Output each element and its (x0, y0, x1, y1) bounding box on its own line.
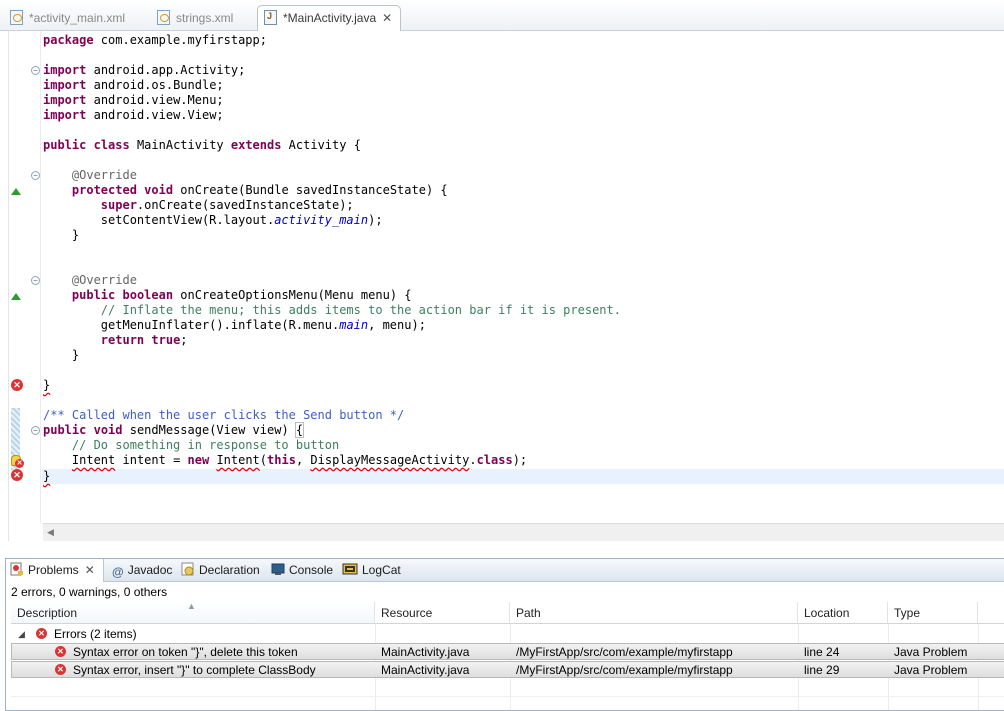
column-header-resource[interactable]: Resource (375, 602, 510, 624)
row-path: /MyFirstApp/src/com/example/myfirstapp (516, 663, 733, 677)
fold-collapse-icon[interactable]: − (31, 171, 40, 180)
problems-view: Problems ✕ @ Javadoc Declaration Console L… (5, 558, 1004, 711)
row-description: Syntax error on token "}", delete this t… (73, 645, 298, 659)
code-line: // Do something in response to button (71, 438, 340, 452)
code-line: @Override (71, 168, 137, 182)
current-line-highlight (42, 469, 1004, 484)
tab-label: LogCat (362, 563, 401, 577)
code-line: package com.example.myfirstapp; (43, 33, 267, 47)
xml-file-icon (157, 10, 170, 25)
override-marker-icon[interactable] (11, 293, 21, 300)
view-tab-bar: Problems ✕ @ Javadoc Declaration Console L… (6, 559, 1004, 582)
tab-label: Console (289, 563, 334, 577)
horizontal-scrollbar[interactable]: ◀ (43, 523, 1004, 541)
column-header-location[interactable]: Location (798, 602, 888, 624)
row-path: /MyFirstApp/src/com/example/myfirstapp (516, 645, 733, 659)
row-location: line 29 (804, 663, 840, 677)
code-line: public boolean onCreateOptionsMenu(Menu … (71, 288, 412, 302)
error-marker-icon[interactable]: ✕ (11, 379, 23, 391)
console-icon (271, 563, 285, 575)
tab-label: Problems (28, 563, 79, 577)
close-icon[interactable]: ✕ (382, 11, 392, 25)
row-type: Java Problem (894, 663, 968, 677)
code-line: protected void onCreate(Bundle savedInst… (71, 183, 448, 197)
folding-ruler (40, 31, 41, 523)
code-line: import android.view.Menu; (43, 93, 224, 107)
code-line: } (71, 228, 80, 242)
tab-label: Javadoc (127, 563, 173, 577)
tab-problems[interactable]: Problems ✕ (6, 559, 104, 582)
error-group-row[interactable]: ◢ ✕ Errors (2 items) (11, 625, 1004, 643)
code-line: getMenuInflater().inflate(R.menu.main, m… (100, 318, 426, 332)
error-icon: ✕ (36, 628, 47, 639)
code-line: /** Called when the user clicks the Send… (43, 408, 405, 422)
error-icon: ✕ (55, 646, 66, 657)
sort-ascending-icon: ▲ (187, 601, 196, 611)
column-header-description[interactable]: Description ▲ (11, 601, 375, 624)
code-line: import android.view.View; (43, 108, 224, 122)
tab-activity-main-xml[interactable]: *activity_main.xml (10, 6, 125, 30)
group-label: Errors (2 items) (54, 627, 137, 641)
column-header-filler (978, 602, 1004, 624)
row-resource: MainActivity.java (381, 663, 470, 677)
close-icon[interactable]: ✕ (85, 563, 95, 577)
code-line: public void sendMessage(View view) { (43, 422, 305, 438)
declaration-icon (181, 562, 194, 576)
tab-declaration[interactable]: Declaration (181, 559, 260, 581)
scroll-left-icon[interactable]: ◀ (47, 527, 54, 538)
code-line: } (71, 348, 80, 362)
tab-label: *MainActivity.java (283, 11, 377, 25)
code-line: public class MainActivity extends Activi… (43, 138, 361, 152)
code-line: import android.app.Activity; (43, 63, 246, 77)
tab-console[interactable]: Console (271, 559, 333, 581)
tab-mainactivity-java[interactable]: *MainActivity.java ✕ (257, 5, 402, 31)
tab-strings-xml[interactable]: strings.xml (157, 6, 233, 30)
expand-triangle-icon[interactable]: ◢ (18, 625, 25, 643)
code-line: } (43, 469, 51, 483)
tab-label: *activity_main.xml (29, 11, 126, 25)
tab-javadoc[interactable]: @ Javadoc (112, 559, 172, 581)
table-row[interactable]: ✕ Syntax error, insert "}" to complete C… (11, 661, 1004, 678)
override-marker-icon[interactable] (11, 188, 21, 195)
fold-collapse-icon[interactable]: − (31, 66, 40, 75)
problems-summary: 2 errors, 0 warnings, 0 others (11, 585, 168, 599)
row-location: line 24 (804, 645, 840, 659)
problems-table: Description ▲ Resource Path Location Type… (11, 601, 1004, 710)
column-header-path[interactable]: Path (510, 602, 798, 624)
tab-logcat[interactable]: LogCat (342, 559, 401, 581)
code-line: setContentView(R.layout.activity_main); (100, 213, 383, 227)
at-icon: @ (112, 565, 124, 579)
code-line: @Override (71, 273, 137, 287)
row-description: Syntax error, insert "}" to complete Cla… (73, 663, 316, 677)
tab-label: Declaration (199, 563, 260, 577)
annotation-ruler (0, 31, 9, 541)
code-line: import android.os.Bundle; (43, 78, 224, 92)
java-file-icon (264, 10, 277, 25)
column-header-type[interactable]: Type (888, 602, 978, 624)
table-row[interactable]: ✕ Syntax error on token "}", delete this… (11, 643, 1004, 660)
quickfix-error-icon[interactable]: ✕ (11, 455, 24, 468)
row-resource: MainActivity.java (381, 645, 470, 659)
fold-collapse-icon[interactable]: − (31, 426, 40, 435)
error-icon: ✕ (55, 664, 66, 675)
editor-tab-bar: *activity_main.xml strings.xml *MainActi… (0, 0, 1004, 31)
problems-icon (10, 562, 23, 576)
code-line: } (43, 378, 51, 392)
row-divider (11, 696, 1004, 697)
code-line: Intent intent = new Intent(this, Display… (71, 453, 528, 467)
logcat-icon (342, 563, 358, 575)
row-type: Java Problem (894, 645, 968, 659)
code-line: super.onCreate(savedInstanceState); (100, 198, 354, 212)
xml-file-icon (10, 10, 23, 25)
error-marker-icon[interactable]: ✕ (11, 469, 23, 481)
code-line: return true; (100, 333, 188, 347)
code-editor[interactable]: − − − − ✕ ✕ ✕ package com.example.myfirs… (0, 31, 1004, 541)
code-line: // Inflate the menu; this adds items to … (100, 303, 621, 317)
fold-collapse-icon[interactable]: − (31, 276, 40, 285)
tab-label: strings.xml (176, 11, 234, 25)
